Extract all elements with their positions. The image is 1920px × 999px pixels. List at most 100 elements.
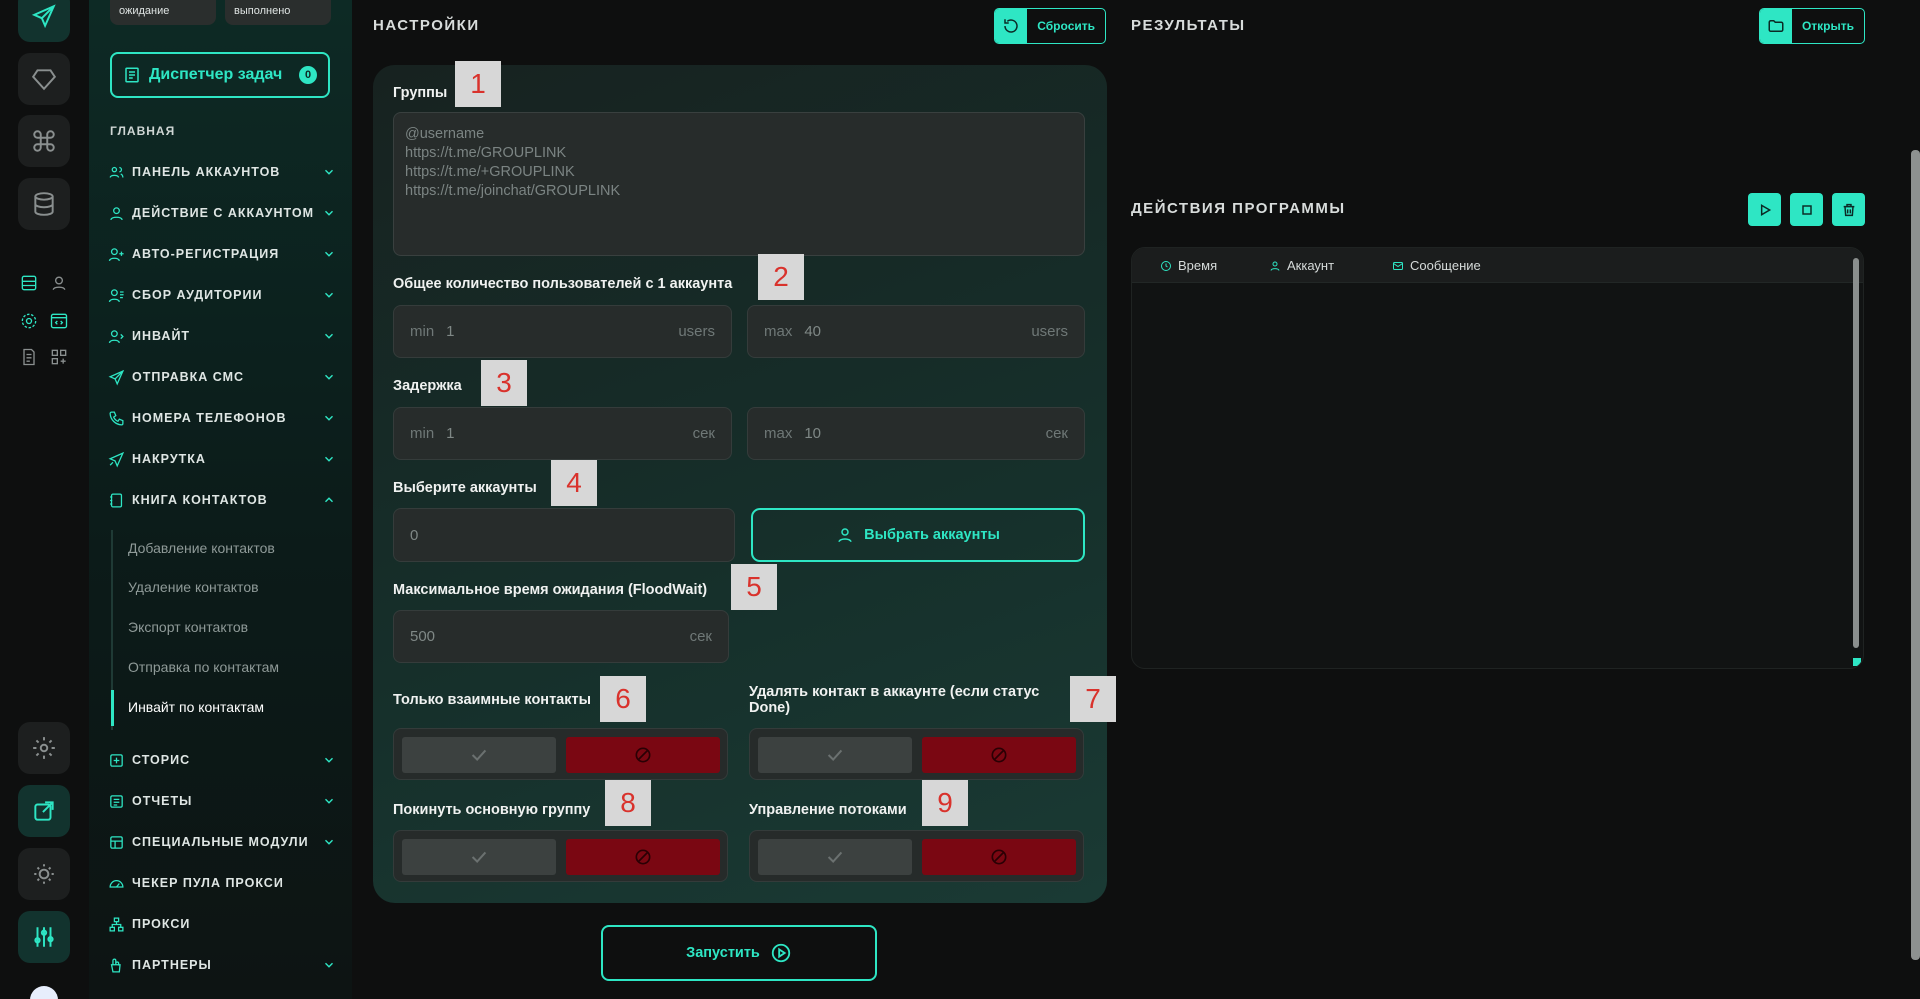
task-manager-label: Диспетчер задач — [149, 66, 283, 83]
sidebar-item-invite[interactable]: ИНВАЙТ — [108, 324, 336, 348]
block-icon — [635, 849, 651, 865]
delay-max-input[interactable]: max 10 сек — [747, 407, 1085, 460]
actions-title: ДЕЙСТВИЯ ПРОГРАММЫ — [1131, 200, 1346, 217]
task-manager-button[interactable]: Диспетчер задач 0 — [110, 52, 330, 98]
sidebar: ожидание выполнено Диспетчер задач 0 ГЛА… — [89, 0, 352, 999]
leave-group-toggle[interactable] — [393, 830, 728, 882]
sidebar-item-proxy-checker[interactable]: ЧЕКЕР ПУЛА ПРОКСИ — [108, 871, 336, 895]
rail-database-button[interactable] — [18, 178, 70, 230]
user-avatar[interactable] — [30, 986, 58, 999]
reset-button[interactable]: Сбросить — [994, 8, 1106, 44]
rail-send-button[interactable] — [18, 0, 70, 42]
rail-profile-button[interactable] — [48, 272, 70, 294]
rail-apps-button[interactable] — [48, 346, 70, 368]
users-min-prefix: min — [410, 323, 435, 340]
toggle-disable-button[interactable] — [566, 839, 720, 875]
rail-settings-button[interactable] — [18, 310, 40, 332]
rail-sliders-button[interactable] — [18, 911, 70, 963]
marker-3: 3 — [481, 360, 527, 406]
delete-contact-toggle[interactable] — [749, 728, 1084, 780]
log-scrollbar[interactable] — [1853, 258, 1859, 648]
chevron-down-icon — [325, 251, 333, 257]
toggle-disable-button[interactable] — [922, 839, 1076, 875]
delay-label: Задержка — [393, 378, 462, 394]
toggle-disable-button[interactable] — [566, 737, 720, 773]
delay-min-input[interactable]: min 1 сек — [393, 407, 732, 460]
rail-external-button[interactable] — [18, 785, 70, 837]
users-min-input[interactable]: min 1 users — [393, 305, 732, 358]
toggle-enable-button[interactable] — [758, 737, 912, 773]
phone-icon — [109, 410, 124, 426]
sidebar-item-label: ПАНЕЛЬ АККАУНТОВ — [132, 165, 281, 179]
stop-icon — [1801, 204, 1812, 215]
sidebar-item-stories[interactable]: СТОРИС — [108, 748, 336, 772]
sidebar-item-accounts-panel[interactable]: ПАНЕЛЬ АККАУНТОВ — [108, 160, 336, 184]
invite-icon — [108, 329, 124, 343]
boost-icon — [108, 451, 125, 467]
page-scrollbar[interactable] — [1911, 150, 1920, 960]
sidebar-item-label: СПЕЦИАЛЬНЫЕ МОДУЛИ — [132, 835, 309, 849]
rail-list-button[interactable] — [18, 272, 40, 294]
icon-rail — [0, 0, 89, 999]
toggle-enable-button[interactable] — [402, 737, 556, 773]
run-button[interactable]: Запустить — [601, 925, 877, 981]
delay-max-unit: сек — [1045, 425, 1068, 442]
sidebar-item-account-action[interactable]: ДЕЙСТВИЕ С АККАУНТОМ — [108, 201, 336, 225]
submenu-export-contacts[interactable]: Экспорт контактов — [128, 619, 248, 635]
threads-toggle[interactable] — [749, 830, 1084, 882]
rail-premium-button[interactable] — [18, 53, 70, 105]
start-log-button[interactable] — [1748, 193, 1781, 226]
block-icon — [991, 747, 1007, 763]
submenu-add-contacts[interactable]: Добавление контактов — [128, 540, 275, 556]
rail-preferences-button[interactable] — [18, 722, 70, 774]
select-accounts-button[interactable]: Выбрать аккаунты — [751, 508, 1085, 562]
sidebar-item-proxy[interactable]: ПРОКСИ — [108, 912, 336, 936]
sidebar-item-partners[interactable]: ПАРТНЕРЫ — [108, 953, 336, 977]
accounts-count-input[interactable]: 0 — [393, 508, 735, 562]
column-account[interactable]: Аккаунт — [1269, 258, 1334, 273]
rail-shortcuts-button[interactable] — [18, 115, 70, 167]
document-icon — [23, 348, 35, 366]
rail-theme-button[interactable] — [18, 848, 70, 900]
users-max-input[interactable]: max 40 users — [747, 305, 1085, 358]
submenu-invite-by-contacts[interactable]: Инвайт по контактам — [128, 699, 264, 715]
sidebar-item-audience[interactable]: СБОР АУДИТОРИИ — [108, 283, 336, 307]
settings-title: НАСТРОЙКИ — [373, 17, 480, 34]
threads-label: Управление потоками — [749, 802, 907, 818]
users-min-value: 1 — [446, 323, 455, 340]
column-time[interactable]: Время — [1160, 258, 1217, 273]
chevron-up-icon — [325, 497, 333, 503]
sidebar-item-reports[interactable]: ОТЧЕТЫ — [108, 789, 336, 813]
clear-log-button[interactable] — [1832, 193, 1865, 226]
column-message[interactable]: Сообщение — [1392, 258, 1481, 273]
groups-textarea[interactable]: @username https://t.me/GROUPLINK https:/… — [393, 112, 1085, 256]
floodwait-input[interactable]: 500 сек — [393, 610, 729, 663]
open-button[interactable]: Открыть — [1759, 8, 1865, 44]
users-icon — [109, 166, 124, 178]
sidebar-item-contacts-book[interactable]: КНИГА КОНТАКТОВ — [108, 488, 336, 512]
submenu-delete-contacts[interactable]: Удаление контактов — [128, 579, 259, 595]
sidebar-item-label: ДЕЙСТВИЕ С АККАУНТОМ — [132, 206, 314, 220]
code-window-icon — [50, 313, 68, 329]
rail-docs-button[interactable] — [18, 346, 40, 368]
rail-code-button[interactable] — [48, 310, 70, 332]
floodwait-label: Максимальное время ожидания (FloodWait) — [393, 582, 708, 598]
toggle-enable-button[interactable] — [758, 839, 912, 875]
toggle-enable-button[interactable] — [402, 839, 556, 875]
sidebar-item-sms[interactable]: ОТПРАВКА СМС — [108, 365, 336, 389]
delay-min-unit: сек — [692, 425, 715, 442]
marker-1: 1 — [455, 61, 501, 107]
toggle-disable-button[interactable] — [922, 737, 1076, 773]
log-resize-handle[interactable] — [1853, 658, 1861, 666]
stop-log-button[interactable] — [1790, 193, 1823, 226]
reset-label: Сбросить — [1037, 19, 1095, 33]
submenu-active-indicator — [111, 690, 114, 726]
sidebar-item-phones[interactable]: НОМЕРА ТЕЛЕФОНОВ — [108, 406, 336, 430]
mutual-contacts-toggle[interactable] — [393, 728, 728, 780]
sun-icon — [34, 864, 54, 884]
reports-icon — [110, 794, 123, 808]
sidebar-item-auto-registration[interactable]: АВТО-РЕГИСТРАЦИЯ — [108, 242, 336, 266]
sidebar-item-special-modules[interactable]: СПЕЦИАЛЬНЫЕ МОДУЛИ — [108, 830, 336, 854]
sidebar-item-boost[interactable]: НАКРУТКА — [108, 447, 336, 471]
submenu-send-to-contacts[interactable]: Отправка по контактам — [128, 659, 279, 675]
